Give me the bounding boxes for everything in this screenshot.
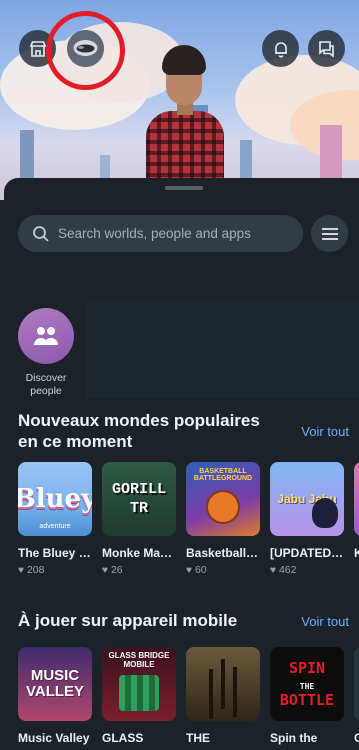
likes-count: 60 — [194, 564, 207, 576]
store-icon — [29, 40, 46, 57]
world-card[interactable]: K — [354, 462, 359, 576]
section-title-popular-worlds: Nouveaux mondes populaires en ce moment — [18, 411, 260, 451]
thumbnail-text: Bluey — [18, 484, 92, 514]
discover-people-avatar — [18, 308, 74, 364]
heart-icon: ♥ — [102, 564, 108, 576]
world-card[interactable]: Jabu Jabu [UPDATED] Jabu Jabu:... ♥462 — [270, 462, 344, 576]
thumbnail-text-mid: THE — [299, 682, 315, 691]
likes-count: 462 — [278, 564, 297, 576]
world-title: The Bluey Park 💙 — [18, 546, 92, 560]
section-title-mobile: À jouer sur appareil mobile — [18, 611, 238, 630]
heart-icon: ♥ — [186, 564, 192, 576]
thumbnail-subtext: adventure — [39, 523, 71, 530]
world-card[interactable]: MUSIC VALLEY Music Valley — [18, 647, 92, 746]
ship-graphic — [221, 659, 225, 709]
world-card[interactable]: THE — [186, 647, 260, 746]
thumbnail-text-bottom: BOTTLE — [279, 691, 335, 709]
bell-icon — [274, 41, 287, 57]
world-title: Spin the — [270, 731, 318, 745]
basketball-icon — [206, 490, 240, 524]
drag-handle[interactable] — [165, 186, 203, 190]
hamburger-menu-icon — [321, 227, 338, 240]
likes-count: 26 — [110, 564, 123, 576]
world-likes: ♥ 208 — [18, 564, 92, 576]
thumbnail-text: GORILL TR — [111, 481, 166, 517]
world-title: THE — [186, 731, 210, 745]
world-title: Basketball Battlegrou... — [186, 546, 260, 560]
character-icon — [312, 498, 338, 528]
notifications-button[interactable] — [262, 30, 299, 67]
profile-highlight-circle — [46, 11, 125, 90]
world-title: C — [354, 730, 359, 746]
world-thumbnail — [186, 647, 260, 721]
world-thumbnail — [354, 647, 359, 721]
content-sheet: Search worlds, people and apps Discover … — [4, 178, 359, 750]
discover-people-button[interactable]: Discover people — [18, 308, 74, 398]
world-title: [UPDATED] Jabu Jabu:... — [270, 546, 344, 560]
mobile-worlds-row: MUSIC VALLEY Music Valley GLASS BRIDGE M… — [18, 647, 359, 746]
world-title: K — [354, 545, 359, 561]
heart-icon: ♥ — [270, 564, 276, 576]
world-thumbnail — [354, 462, 359, 536]
world-card[interactable]: C — [354, 647, 359, 746]
world-title: Music Valley — [18, 731, 90, 745]
avatar-hair — [162, 45, 206, 75]
people-icon — [34, 327, 58, 345]
world-thumbnail: MUSIC VALLEY — [18, 647, 92, 721]
thumbnail-text: SPIN THE BOTTLE — [280, 660, 334, 708]
world-thumbnail: Jabu Jabu — [270, 462, 344, 536]
world-card[interactable]: BASKETBALL BATTLEGROUND Basketball Battl… — [186, 462, 260, 576]
messages-button[interactable] — [308, 30, 345, 67]
world-thumbnail: Bluey adventure — [18, 462, 92, 536]
see-all-mobile-link[interactable]: Voir tout — [301, 614, 349, 629]
thumbnail-text: BASKETBALL BATTLEGROUND — [193, 468, 253, 482]
hero-banner — [0, 0, 359, 200]
discover-people-label: Discover people — [25, 372, 67, 397]
world-thumbnail: SPIN THE BOTTLE — [270, 647, 344, 721]
world-card[interactable]: SPIN THE BOTTLE Spin the — [270, 647, 344, 746]
world-title: GLASS — [102, 731, 144, 745]
user-avatar-figure[interactable] — [140, 45, 230, 200]
menu-button[interactable] — [311, 215, 348, 252]
world-title: Monke Madness - ... — [102, 546, 176, 560]
world-card[interactable]: GORILL TR Monke Madness - ... ♥26 — [102, 462, 176, 576]
thumbnail-text: MUSIC VALLEY — [25, 667, 85, 700]
world-thumbnail: BASKETBALL BATTLEGROUND — [186, 462, 260, 536]
search-placeholder: Search worlds, people and apps — [58, 226, 251, 241]
world-card[interactable]: GLASS BRIDGE MOBILE GLASS — [102, 647, 176, 746]
glass-bridge-graphic — [119, 675, 159, 711]
world-card[interactable]: Bluey adventure The Bluey Park 💙 ♥208 — [18, 462, 92, 576]
world-likes: ♥ 26 — [102, 564, 176, 576]
see-all-popular-worlds-link[interactable]: Voir tout — [301, 424, 349, 439]
world-thumbnail: GLASS BRIDGE MOBILE — [102, 647, 176, 721]
heart-icon: ♥ — [18, 564, 24, 576]
thumbnail-text-top: SPIN — [288, 659, 326, 677]
loading-placeholder — [86, 303, 359, 398]
world-likes: ♥ 60 — [186, 564, 260, 576]
chat-icon — [319, 41, 334, 58]
search-input[interactable]: Search worlds, people and apps — [18, 215, 303, 252]
likes-count: 208 — [26, 564, 45, 576]
thumbnail-text: GLASS BRIDGE MOBILE — [108, 651, 170, 669]
world-likes: ♥ 462 — [270, 564, 344, 576]
search-icon — [33, 225, 49, 242]
popular-worlds-row: Bluey adventure The Bluey Park 💙 ♥208 GO… — [18, 462, 359, 576]
world-thumbnail: GORILL TR — [102, 462, 176, 536]
